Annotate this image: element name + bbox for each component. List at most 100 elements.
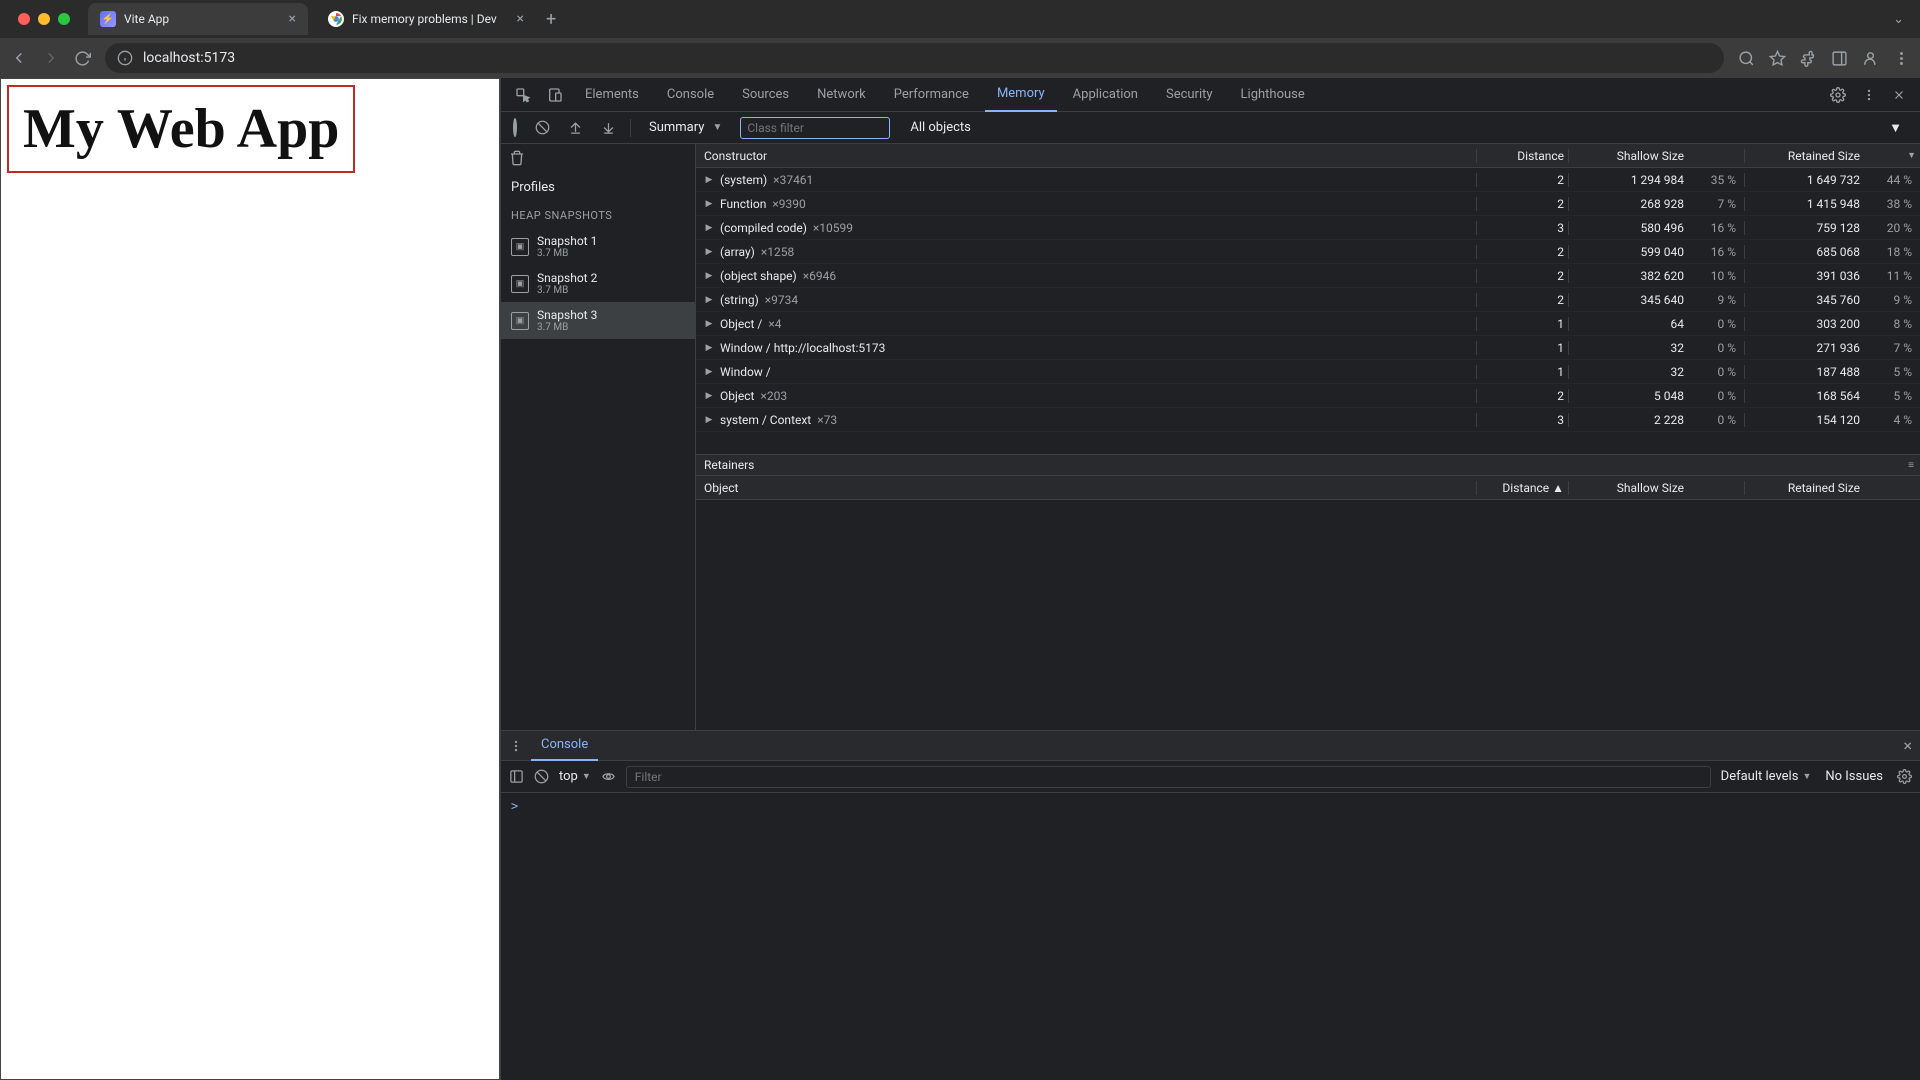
cell-shallow: 32	[1568, 341, 1688, 355]
col-retained[interactable]: Retained Size	[1744, 149, 1864, 163]
rcol-shallow[interactable]: Shallow Size	[1568, 481, 1688, 495]
minimize-window-button[interactable]	[38, 13, 50, 25]
tab-performance[interactable]: Performance	[882, 78, 981, 112]
rcol-distance[interactable]: Distance ▲	[1476, 481, 1568, 495]
constructor-count: ×6946	[803, 269, 836, 283]
page-viewport[interactable]: My Web App	[0, 78, 500, 1080]
heap-row[interactable]: ▶ (object shape) ×6946 2 382 620 10 % 39…	[696, 264, 1920, 288]
constructor-count: ×203	[760, 389, 787, 403]
expand-icon[interactable]: ▶	[704, 343, 714, 353]
console-drawer-tab[interactable]: Console	[531, 731, 598, 761]
heap-row[interactable]: ▶ Window / http://localhost:5173 1 32 0 …	[696, 336, 1920, 360]
close-tab-icon[interactable]: ×	[517, 11, 524, 27]
view-select[interactable]: Summary ▼	[641, 117, 730, 138]
heap-row[interactable]: ▶ system / Context ×73 3 2 228 0 % 154 1…	[696, 408, 1920, 432]
tab-security[interactable]: Security	[1154, 78, 1225, 112]
expand-icon[interactable]: ▶	[704, 223, 714, 233]
new-tab-button[interactable]: +	[536, 9, 566, 30]
console-prompt[interactable]: >	[501, 793, 1920, 819]
heap-row[interactable]: ▶ Window / 1 32 0 % 187 488 5 %	[696, 360, 1920, 384]
close-window-button[interactable]	[18, 13, 30, 25]
tab-sources[interactable]: Sources	[730, 78, 801, 112]
console-filter-input[interactable]	[626, 766, 1711, 788]
log-levels-select[interactable]: Default levels ▼	[1721, 769, 1812, 784]
tab-network[interactable]: Network	[805, 78, 878, 112]
snapshot-item[interactable]: ▣ Snapshot 2 3.7 MB	[501, 265, 695, 302]
retainers-header[interactable]: Retainers ≡	[696, 454, 1920, 476]
url-input[interactable]	[143, 50, 1712, 66]
tab-lighthouse[interactable]: Lighthouse	[1229, 78, 1317, 112]
drawer-kebab-icon[interactable]	[509, 739, 523, 753]
col-constructor[interactable]: Constructor	[696, 149, 1476, 163]
expand-icon[interactable]: ▶	[704, 319, 714, 329]
clear-icon[interactable]	[531, 118, 554, 137]
objects-filter-select[interactable]: All objects ▼	[900, 120, 1912, 136]
close-tab-icon[interactable]: ×	[289, 11, 296, 27]
expand-icon[interactable]: ▶	[704, 295, 714, 305]
close-devtools-icon[interactable]	[1886, 84, 1912, 106]
retainers-body[interactable]	[696, 500, 1920, 730]
extensions-icon[interactable]	[1800, 50, 1817, 67]
issues-label[interactable]: No Issues	[1825, 769, 1883, 784]
heap-row[interactable]: ▶ (string) ×9734 2 345 640 9 % 345 760 9…	[696, 288, 1920, 312]
clear-console-icon[interactable]	[534, 769, 549, 784]
heap-row[interactable]: ▶ Function ×9390 2 268 928 7 % 1 415 948…	[696, 192, 1920, 216]
close-drawer-icon[interactable]: ×	[1903, 736, 1912, 755]
console-settings-icon[interactable]	[1897, 769, 1912, 784]
reload-button[interactable]	[74, 50, 91, 67]
site-info-icon[interactable]	[117, 50, 133, 66]
tab-console[interactable]: Console	[655, 78, 726, 112]
heap-row[interactable]: ▶ Object ×203 2 5 048 0 % 168 564 5 %	[696, 384, 1920, 408]
settings-icon[interactable]	[1824, 83, 1852, 107]
address-bar[interactable]	[105, 43, 1724, 73]
context-select[interactable]: top ▼	[559, 769, 591, 784]
heap-row[interactable]: ▶ (compiled code) ×10599 3 580 496 16 % …	[696, 216, 1920, 240]
chevron-down-icon[interactable]: ▼	[1907, 150, 1916, 161]
side-panel-icon[interactable]	[1831, 50, 1848, 67]
gc-icon[interactable]	[501, 144, 695, 172]
expand-icon[interactable]: ▶	[704, 367, 714, 377]
live-expression-icon[interactable]	[601, 769, 616, 784]
tab-elements[interactable]: Elements	[573, 78, 651, 112]
maximize-window-button[interactable]	[58, 13, 70, 25]
expand-tabs-button[interactable]: ⌄	[1885, 12, 1912, 27]
snapshot-name: Snapshot 1	[537, 234, 597, 248]
profiles-sidebar: Profiles HEAP SNAPSHOTS ▣ Snapshot 1 3.7…	[501, 144, 696, 730]
bookmark-icon[interactable]	[1769, 50, 1786, 67]
heap-row[interactable]: ▶ Object / ×4 1 64 0 % 303 200 8 %	[696, 312, 1920, 336]
browser-tab-docs[interactable]: Fix memory problems | Dev ×	[316, 3, 536, 35]
expand-icon[interactable]: ▶	[704, 271, 714, 281]
rcol-retained[interactable]: Retained Size	[1744, 481, 1864, 495]
expand-icon[interactable]: ▶	[704, 175, 714, 185]
col-distance[interactable]: Distance	[1476, 149, 1568, 163]
snapshot-item[interactable]: ▣ Snapshot 1 3.7 MB	[501, 228, 695, 265]
back-button[interactable]	[10, 49, 28, 67]
record-icon[interactable]	[509, 118, 521, 137]
zoom-icon[interactable]	[1738, 50, 1755, 67]
load-icon[interactable]	[564, 118, 587, 137]
heap-row[interactable]: ▶ (array) ×1258 2 599 040 16 % 685 068 1…	[696, 240, 1920, 264]
save-icon[interactable]	[597, 118, 620, 137]
expand-icon[interactable]: ▶	[704, 199, 714, 209]
profile-icon[interactable]	[1862, 50, 1879, 67]
grip-icon[interactable]: ≡	[1908, 460, 1914, 471]
expand-icon[interactable]: ▶	[704, 247, 714, 257]
tab-application[interactable]: Application	[1061, 78, 1150, 112]
heap-row[interactable]: ▶ (system) ×37461 2 1 294 984 35 % 1 649…	[696, 168, 1920, 192]
constructor-name: (object shape)	[720, 269, 797, 283]
inspect-element-icon[interactable]	[509, 83, 537, 107]
forward-button[interactable]	[42, 49, 60, 67]
tab-memory[interactable]: Memory	[985, 78, 1057, 112]
col-shallow[interactable]: Shallow Size	[1568, 149, 1688, 163]
class-filter-input[interactable]	[740, 117, 890, 139]
kebab-icon[interactable]	[1856, 84, 1882, 106]
device-toolbar-icon[interactable]	[541, 83, 569, 107]
expand-icon[interactable]: ▶	[704, 391, 714, 401]
sidebar-toggle-icon[interactable]	[509, 769, 524, 784]
snapshot-item[interactable]: ▣ Snapshot 3 3.7 MB	[501, 302, 695, 339]
rcol-object[interactable]: Object	[696, 481, 1476, 495]
menu-icon[interactable]	[1893, 50, 1910, 67]
expand-icon[interactable]: ▶	[704, 415, 714, 425]
browser-tab-vite[interactable]: ⚡ Vite App ×	[88, 3, 308, 35]
heap-rows[interactable]: ▶ (system) ×37461 2 1 294 984 35 % 1 649…	[696, 168, 1920, 454]
